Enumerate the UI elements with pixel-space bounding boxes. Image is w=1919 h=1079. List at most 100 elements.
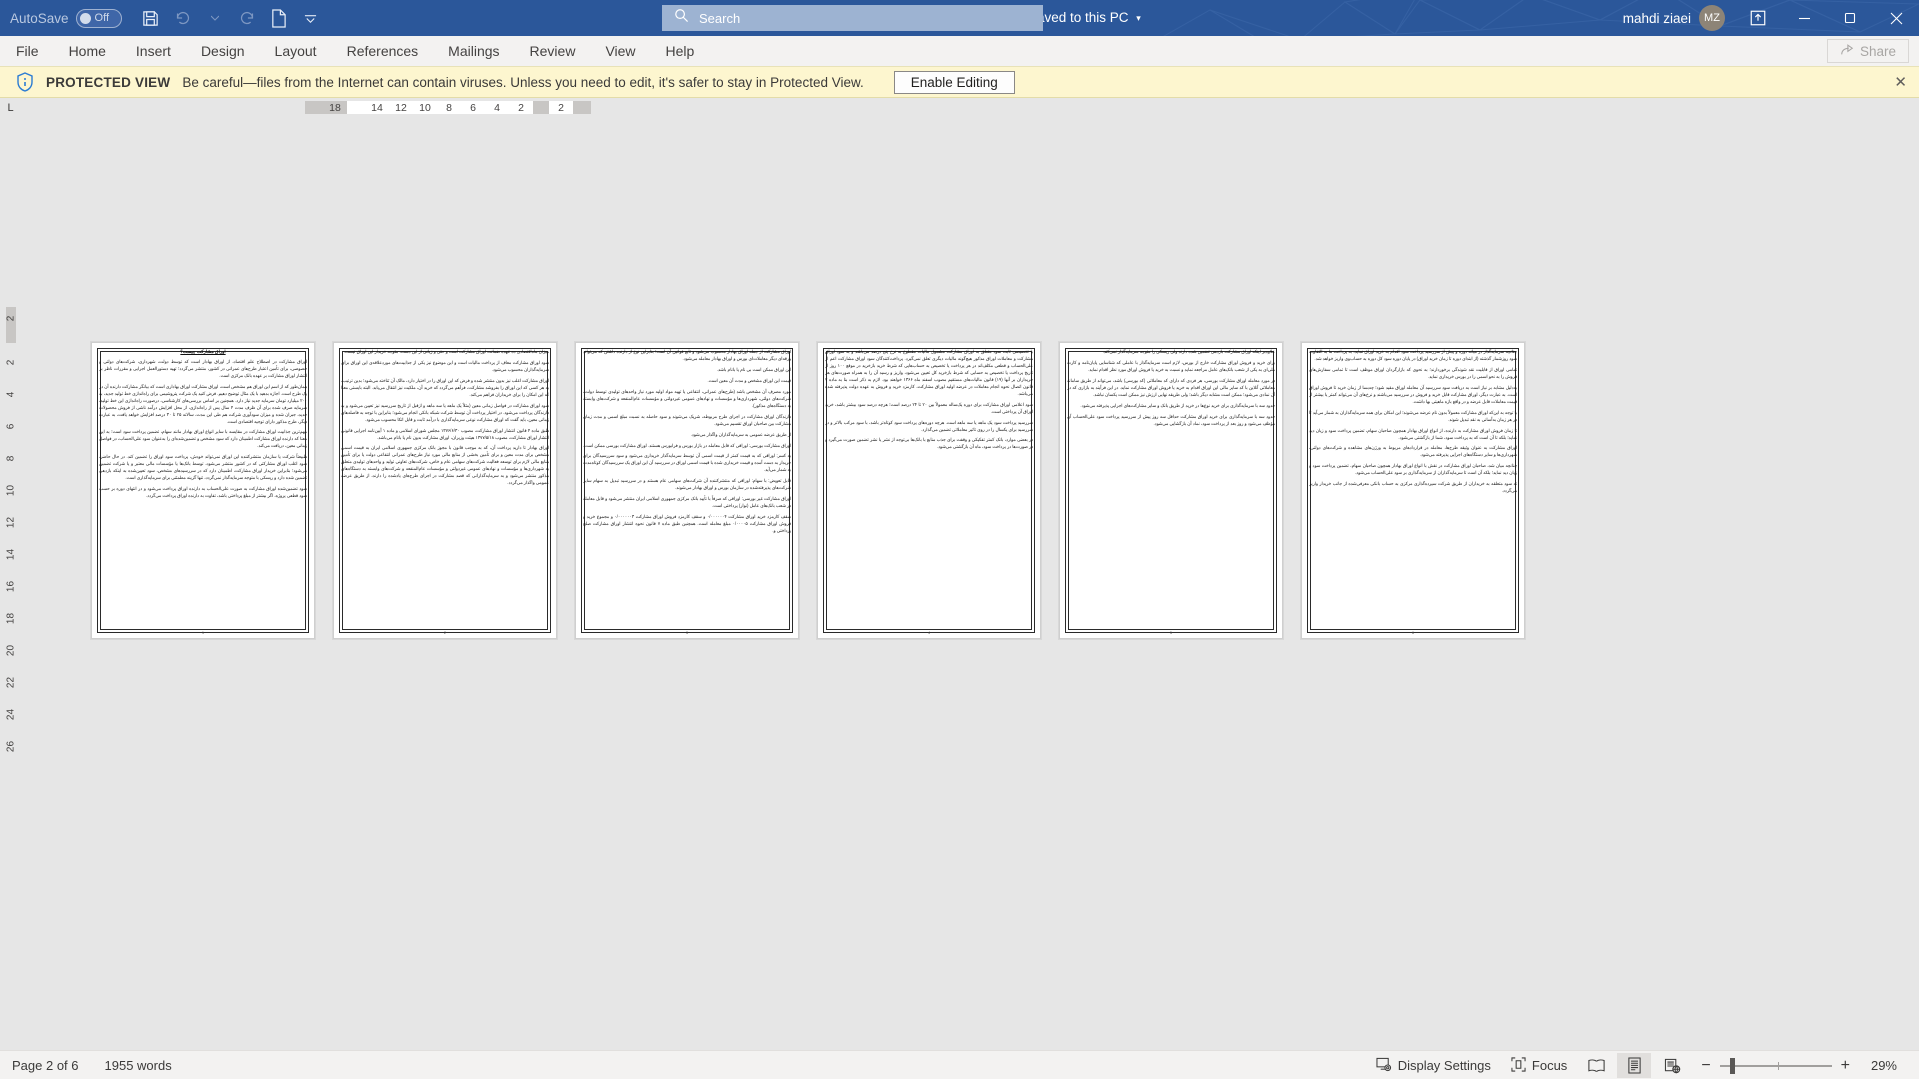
ruler-gap-a: [347, 101, 365, 114]
tab-view[interactable]: View: [590, 36, 650, 66]
page-paragraph: در مورد معامله اوراق مشارکت بورسی، هر فر…: [1067, 377, 1275, 397]
focus-label: Focus: [1531, 1058, 1568, 1073]
tab-references[interactable]: References: [332, 36, 434, 66]
close-icon[interactable]: ✕: [1894, 73, 1907, 91]
page-paragraph: علاوه‌بر اینکه اوراق مشارکت بازدهی تضمین…: [1102, 349, 1275, 354]
document-page[interactable]: اوراق مشارکت از جمله اوراق بهادار محسوب …: [575, 342, 799, 639]
document-page[interactable]: چنانچه سرمایه‌گذار در میانه دوره و پیش ا…: [1301, 342, 1525, 639]
pages-row: اوراق مشارکت چیست؟ اوراق مشارکت در اصطلاح…: [91, 342, 1525, 639]
ruler-label-14: 14: [365, 101, 389, 114]
ruler-label-8: 8: [437, 101, 461, 114]
zoom-slider-midpoint: [1777, 1061, 1779, 1070]
page-paragraph: با توجه به این‌که اوراق مشارکت معمولاً ب…: [1309, 409, 1517, 422]
tab-stop-selector[interactable]: L: [0, 98, 21, 117]
vruler-label-2: 4: [5, 391, 17, 398]
display-settings-button[interactable]: Display Settings: [1368, 1051, 1499, 1079]
zoom-slider[interactable]: [1719, 1057, 1832, 1074]
autosave-switch[interactable]: Off: [75, 8, 122, 28]
page-number: 2: [444, 631, 446, 635]
page-paragraph: قیمت این اوراق مشخص و مدت آن معین است.: [707, 377, 792, 383]
page-paragraph: اوراق مشارکت غیر بورسی: اوراقی که صرفاً …: [583, 496, 791, 509]
page-paragraph: طبیعتاً شرکت یا سازمان منتشرکننده این او…: [99, 454, 307, 481]
chevron-down-icon[interactable]: [200, 4, 230, 32]
page-number: 3: [686, 631, 688, 635]
tab-help[interactable]: Help: [651, 36, 710, 66]
focus-button[interactable]: Focus: [1503, 1051, 1575, 1079]
page-paragraph: تا زمان فروش اوراق مشارکت به دارنده، از …: [1309, 427, 1517, 440]
page-paragraph: چنانچه میان شد، صاحبان اوراق مشارکت در ن…: [1309, 463, 1517, 476]
document-page[interactable]: با تخصیصی ثابت سود متعلق به اوراق مشارکت…: [817, 342, 1041, 639]
status-bar: Page 2 of 6 1955 words Display Settings …: [0, 1050, 1919, 1079]
vertical-ruler[interactable]: 2 2 4 6 8 10 12 14 16 18 20 22 24 26: [0, 117, 21, 1050]
title-bar: AutoSave Off Saved to this PC ▾ Search m…: [0, 0, 1919, 36]
web-layout-icon[interactable]: [1655, 1053, 1689, 1078]
vruler-label-13: 26: [5, 740, 17, 753]
tab-insert[interactable]: Insert: [121, 36, 186, 66]
maximize-restore-button[interactable]: [1827, 0, 1873, 36]
vruler-label-7: 14: [5, 548, 17, 561]
page-paragraph: به‌دلیل مشابه بر نیاز است به دریافت سود …: [1309, 384, 1517, 404]
page-paragraph: در بعضی موارد، بانک کمتر تفکیکی و وقفت ب…: [825, 437, 1033, 450]
autosave-toggle[interactable]: AutoSave Off: [10, 8, 122, 28]
ruler-label-10: 10: [413, 101, 437, 114]
document-page[interactable]: میزان ماه‌اقتصادی ده عهده ضمانت اوراق مش…: [333, 342, 557, 639]
redo-icon[interactable]: [232, 4, 262, 32]
document-page[interactable]: علاوه‌بر اینکه اوراق مشارکت بازدهی تضمین…: [1059, 342, 1283, 639]
enable-editing-button[interactable]: Enable Editing: [893, 70, 1015, 94]
new-document-icon[interactable]: [264, 4, 294, 32]
zoom-level[interactable]: 29%: [1859, 1058, 1903, 1073]
page-paragraph: سررسید پرداخت سود یک ماهه یا سه ماهه است…: [825, 419, 1033, 432]
page-paragraph: اوراق مشارکت از جمله اوراق بهادار محسوب …: [583, 349, 791, 361]
close-button[interactable]: [1873, 0, 1919, 36]
tab-home[interactable]: Home: [54, 36, 121, 66]
zoom-out-button[interactable]: −: [1701, 1057, 1710, 1074]
vruler-label-8: 16: [5, 580, 17, 593]
zoom-in-button[interactable]: +: [1841, 1057, 1850, 1074]
account-name[interactable]: mahdi ziaei: [1623, 11, 1691, 26]
vruler-label-5: 10: [5, 484, 17, 497]
ruler-label-12: 12: [389, 101, 413, 114]
shield-info-icon: [16, 72, 34, 92]
ruler-scale: 18 14 12 10 8 6 4 2 2: [305, 98, 591, 117]
page-paragraph: قابل تعویض: با سهام: اوراقی که منتشرکنند…: [583, 478, 791, 491]
print-layout-icon[interactable]: [1617, 1053, 1652, 1078]
vruler-label-11: 22: [5, 676, 17, 689]
page-paragraph: اوراق مشارکت بورسی: اوراقی که قابل معامل…: [583, 442, 791, 448]
tab-design[interactable]: Design: [186, 36, 260, 66]
avatar[interactable]: MZ: [1699, 5, 1725, 31]
undo-icon[interactable]: [168, 4, 198, 32]
customize-quick-access-toolbar-icon[interactable]: [296, 4, 326, 32]
zoom-control[interactable]: − + 29%: [1693, 1057, 1911, 1074]
vruler-label-12: 24: [5, 708, 17, 721]
page-paragraph: با تخصیصی ثابت سود متعلق به اوراق مشارکت…: [825, 349, 1033, 396]
ribbon-display-options-icon[interactable]: [1735, 0, 1781, 36]
zoom-slider-thumb[interactable]: [1729, 1057, 1735, 1074]
autosave-label: AutoSave: [10, 10, 69, 26]
horizontal-ruler[interactable]: L 18 14 12 10 8 6 4 2 2: [0, 98, 1919, 117]
page-paragraph: اوراق مشارکت به عنوان وثیقه طرح‌ها، معام…: [1309, 445, 1517, 458]
tab-file[interactable]: File: [0, 36, 54, 66]
read-mode-icon[interactable]: [1579, 1053, 1613, 1078]
page-paragraph: طبق ماده ۴ قانون انتشار اوراق مشارکت، مص…: [341, 427, 549, 440]
minimize-button[interactable]: [1781, 0, 1827, 36]
document-page[interactable]: اوراق مشارکت چیست؟ اوراق مشارکت در اصطلاح…: [91, 342, 315, 639]
page-paragraph: سود تضمین‌شده اوراق مشارکت به صورت علی‌ا…: [99, 486, 307, 499]
share-button[interactable]: Share: [1826, 39, 1909, 63]
page-indicator[interactable]: Page 2 of 6: [12, 1058, 79, 1073]
tab-mailings[interactable]: Mailings: [433, 36, 514, 66]
pages-viewport[interactable]: اوراق مشارکت چیست؟ اوراق مشارکت در اصطلاح…: [21, 117, 1919, 1050]
page-paragraph: برای خرید و فروش اوراق مشارکت خارج از بو…: [1067, 359, 1275, 372]
page-heading: اوراق مشارکت چیست؟: [180, 349, 226, 354]
title-chevron-down-icon[interactable]: ▾: [1136, 13, 1141, 23]
tab-review[interactable]: Review: [515, 36, 591, 66]
tab-layout[interactable]: Layout: [260, 36, 332, 66]
search-input[interactable]: Search: [662, 5, 1043, 31]
word-count[interactable]: 1955 words: [105, 1058, 172, 1073]
quick-access-left: AutoSave Off: [0, 8, 122, 28]
ruler-indent-marker[interactable]: [533, 101, 549, 114]
page-text-body: با تخصیصی ثابت سود متعلق به اوراق مشارکت…: [825, 349, 1033, 624]
save-icon[interactable]: [136, 4, 166, 32]
protected-view-banner: PROTECTED VIEW Be careful—files from the…: [0, 66, 1919, 98]
autosave-state: Off: [94, 12, 110, 24]
document-canvas-area: 2 2 4 6 8 10 12 14 16 18 20 22 24 26 اور…: [0, 117, 1919, 1050]
